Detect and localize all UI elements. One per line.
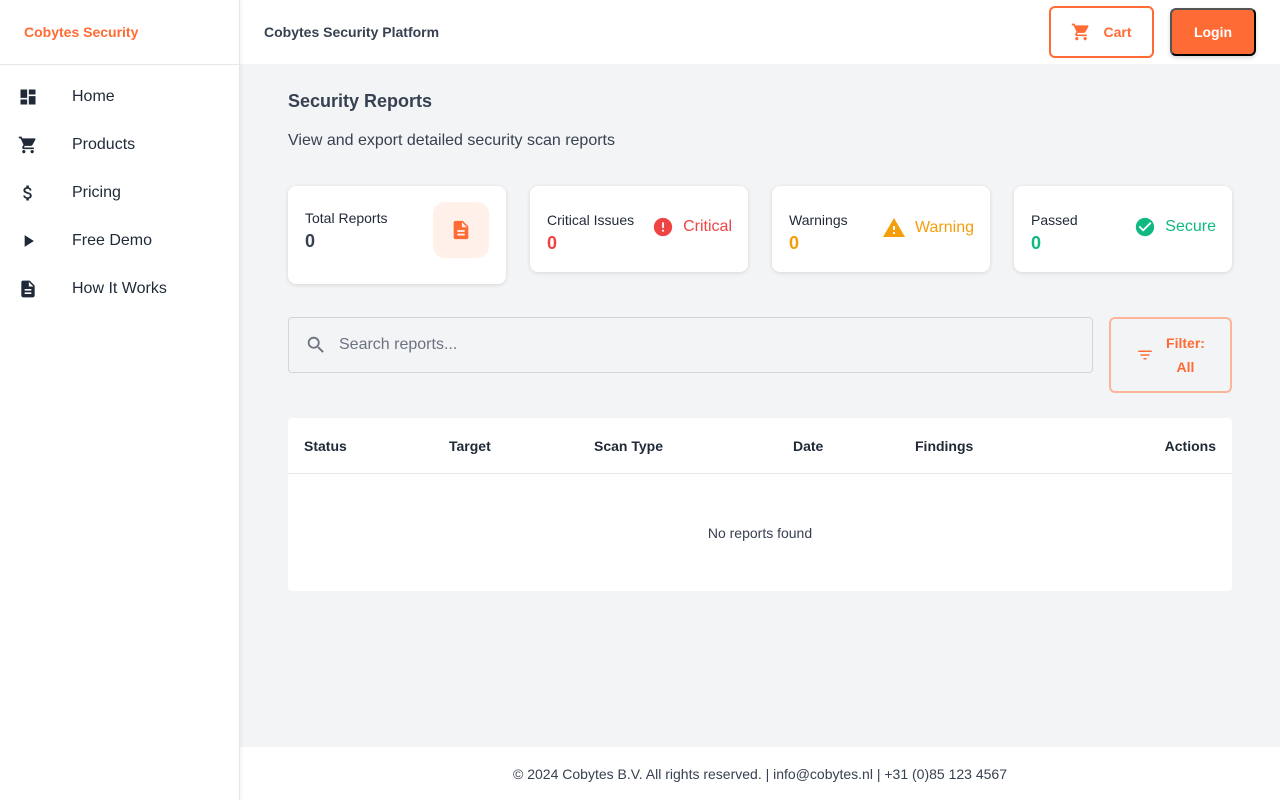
filter-icon (1136, 346, 1154, 364)
status-text: Secure (1165, 218, 1216, 235)
status-badge-warning: Warning (882, 216, 974, 240)
status-badge-critical: Critical (652, 216, 732, 238)
sidebar: Cobytes Security Home Products Pricing F… (0, 0, 240, 800)
sidebar-item-free-demo[interactable]: Free Demo (0, 217, 239, 265)
sidebar-item-label: Home (72, 88, 115, 105)
stat-value: 0 (1031, 233, 1042, 253)
brand-logo[interactable]: Cobytes Security (0, 0, 239, 65)
stat-label: Warnings (789, 212, 848, 228)
sidebar-item-pricing[interactable]: Pricing (0, 169, 239, 217)
stat-label: Passed (1031, 212, 1078, 228)
document-icon (18, 279, 38, 299)
sidebar-item-label: Pricing (72, 184, 121, 201)
sidebar-nav: Home Products Pricing Free Demo How It W… (0, 65, 239, 313)
sidebar-item-label: Free Demo (72, 232, 153, 249)
empty-state-message: No reports found (707, 525, 813, 541)
stat-label: Critical Issues (547, 212, 635, 228)
column-header-scan-type[interactable]: Scan Type (594, 438, 663, 454)
platform-title: Cobytes Security Platform (264, 24, 440, 40)
dollar-icon (18, 183, 38, 203)
sidebar-item-label: How It Works (72, 280, 167, 297)
cart-button[interactable]: Cart (1049, 6, 1154, 58)
stat-value: 0 (547, 233, 558, 253)
footer-text: © 2024 Cobytes B.V. All rights reserved.… (513, 765, 1007, 782)
stat-label: Total Reports (305, 210, 388, 226)
stat-card-warnings: Warnings 0 Warning (772, 186, 990, 272)
column-header-status[interactable]: Status (304, 438, 347, 454)
check-circle-icon (1134, 216, 1156, 238)
stat-card-total-reports: Total Reports 0 (288, 186, 506, 284)
table-header: Status Target Scan Type Date Findings Ac… (288, 418, 1232, 474)
sidebar-item-products[interactable]: Products (0, 121, 239, 169)
search-icon (305, 334, 327, 356)
warning-icon (882, 216, 906, 240)
error-icon (652, 216, 674, 238)
footer: © 2024 Cobytes B.V. All rights reserved.… (240, 747, 1280, 800)
page-subtitle: View and export detailed security scan r… (288, 132, 615, 149)
column-header-target[interactable]: Target (449, 438, 491, 454)
search-input[interactable] (339, 336, 1039, 354)
stat-value: 0 (789, 233, 800, 253)
play-icon (18, 231, 38, 251)
page-title: Security Reports (288, 91, 433, 111)
report-document-icon (433, 202, 489, 258)
status-text: Warning (915, 219, 974, 236)
stat-value: 0 (305, 231, 316, 251)
filter-label-prefix: Filter: (1166, 335, 1205, 351)
reports-table: Status Target Scan Type Date Findings Ac… (288, 418, 1232, 591)
column-header-findings[interactable]: Findings (915, 438, 973, 454)
search-box (288, 317, 1093, 373)
stat-card-critical-issues: Critical Issues 0 Critical (530, 186, 748, 272)
top-bar: Cobytes Security Platform Cart Login (240, 0, 1280, 64)
filter-label: Filter: All (1166, 331, 1205, 379)
sidebar-item-label: Products (72, 136, 136, 153)
stat-card-passed: Passed 0 Secure (1014, 186, 1232, 272)
cart-icon (18, 135, 38, 155)
sidebar-item-how-it-works[interactable]: How It Works (0, 265, 239, 313)
cart-icon (1071, 22, 1091, 42)
status-badge-secure: Secure (1134, 216, 1216, 238)
status-text: Critical (683, 218, 732, 235)
filter-label-value: All (1176, 359, 1195, 375)
filter-button[interactable]: Filter: All (1109, 317, 1232, 393)
dashboard-icon (18, 87, 38, 107)
column-header-date[interactable]: Date (793, 438, 823, 454)
login-button[interactable]: Login (1170, 8, 1256, 56)
sidebar-item-home[interactable]: Home (0, 73, 239, 121)
column-header-actions: Actions (1164, 438, 1216, 454)
cart-label: Cart (1103, 24, 1132, 40)
